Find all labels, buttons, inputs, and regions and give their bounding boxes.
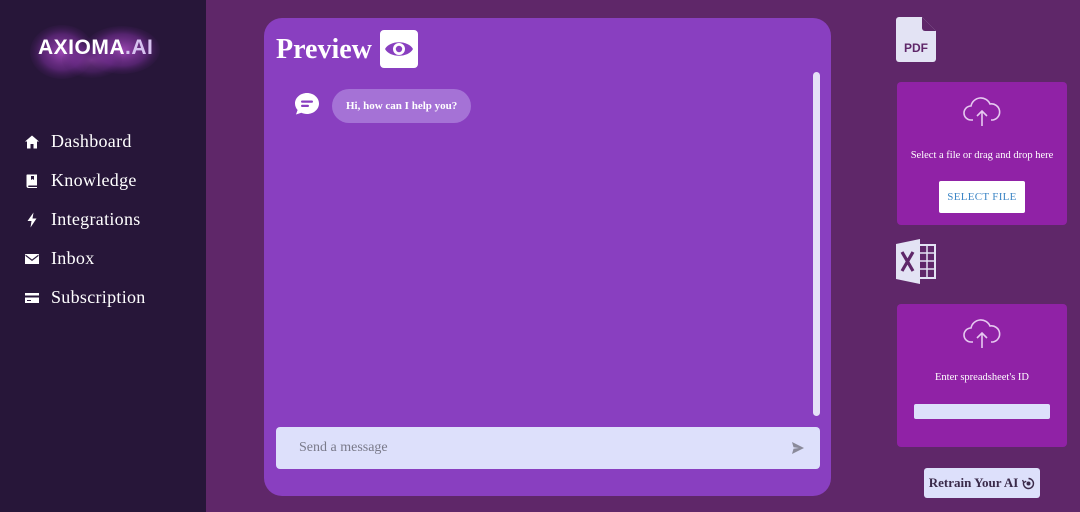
mail-icon: [25, 253, 39, 264]
message-input[interactable]: [276, 427, 776, 469]
sidebar-item-inbox[interactable]: Inbox: [0, 239, 206, 278]
brand-logo[interactable]: AXIOMA.AI: [26, 20, 166, 82]
svg-text:PDF: PDF: [904, 41, 928, 55]
home-icon: [25, 135, 39, 148]
cloud-upload-icon: [963, 97, 1001, 126]
page-title: Preview: [276, 34, 372, 65]
send-icon[interactable]: [791, 441, 805, 455]
spreadsheet-import-card: Enter spreadsheet's ID: [897, 304, 1067, 447]
sidebar-item-subscription[interactable]: Subscription: [0, 278, 206, 317]
message-composer: [276, 427, 820, 469]
sidebar-item-knowledge[interactable]: Knowledge: [0, 161, 206, 200]
sidebar-item-label: Knowledge: [51, 170, 137, 190]
sidebar-item-label: Dashboard: [51, 131, 132, 151]
book-icon: [26, 174, 37, 188]
retrain-ai-button[interactable]: Retrain Your AI: [924, 468, 1040, 498]
refresh-brain-icon: [1022, 477, 1035, 489]
chat-scrollbar[interactable]: [813, 72, 820, 416]
chat-bubble-icon: [294, 92, 320, 116]
retrain-label: Retrain Your AI: [928, 475, 1019, 490]
sidebar: AXIOMA.AI Dashboard Knowledge Integratio…: [0, 0, 206, 512]
eye-icon[interactable]: [380, 30, 418, 68]
sidebar-item-label: Subscription: [51, 287, 146, 307]
credit-card-icon: [25, 292, 39, 303]
brand-name: AXIOMA.AI: [38, 36, 154, 59]
sidebar-nav: Dashboard Knowledge Integrations Inbox S…: [0, 122, 206, 317]
sidebar-item-label: Inbox: [51, 248, 95, 268]
select-file-button[interactable]: SELECT FILE: [939, 181, 1025, 213]
pdf-file-icon: PDF: [896, 17, 936, 62]
sidebar-item-dashboard[interactable]: Dashboard: [0, 122, 206, 161]
upload-instruction: Select a file or drag and drop here: [910, 150, 1054, 161]
bolt-icon: [27, 212, 37, 227]
preview-panel: Preview Hi, how can I help you?: [264, 18, 831, 496]
excel-file-icon: [896, 239, 936, 284]
pdf-upload-dropzone[interactable]: Select a file or drag and drop here SELE…: [897, 82, 1067, 225]
cloud-upload-icon: [963, 319, 1001, 348]
sidebar-item-integrations[interactable]: Integrations: [0, 200, 206, 239]
bot-message: Hi, how can I help you?: [332, 89, 472, 123]
spreadsheet-id-input[interactable]: [914, 404, 1050, 419]
sidebar-item-label: Integrations: [51, 209, 141, 229]
spreadsheet-id-label: Enter spreadsheet's ID: [934, 372, 1030, 383]
